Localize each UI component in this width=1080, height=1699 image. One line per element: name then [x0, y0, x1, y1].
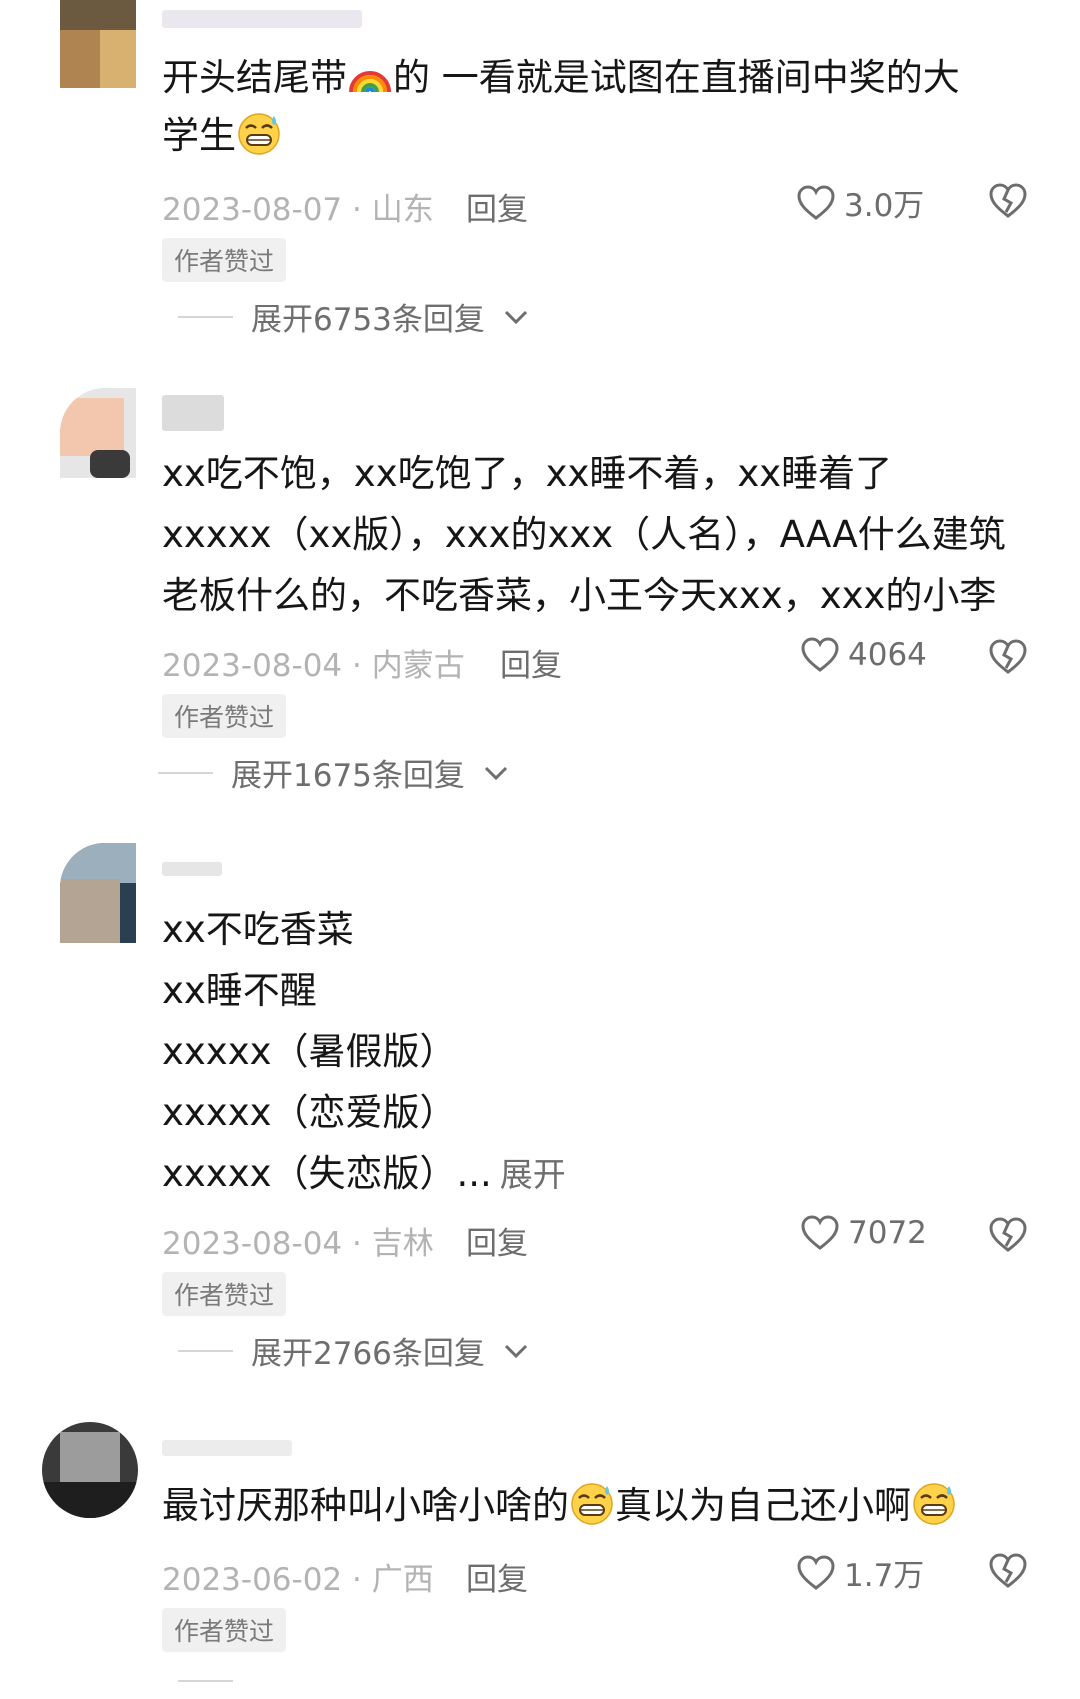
- broken-heart-icon[interactable]: [988, 1552, 1028, 1590]
- divider: [158, 771, 213, 774]
- username-blurred[interactable]: [162, 10, 362, 28]
- broken-heart-icon[interactable]: [988, 1216, 1028, 1254]
- comment-text: xxxxx（暑假版）: [162, 1030, 457, 1073]
- expand-replies-label: 展开2766条回复: [251, 1336, 485, 1372]
- sweat-grin-emoji-icon: [569, 1480, 615, 1526]
- rainbow-emoji-icon: [347, 56, 393, 96]
- heart-icon: [796, 184, 836, 222]
- expand-replies-button[interactable]: 展开1675条回复: [158, 750, 509, 795]
- heart-icon: [800, 636, 840, 674]
- chevron-down-icon: [503, 308, 529, 326]
- like-button[interactable]: 7072: [800, 1214, 927, 1252]
- like-count: 7072: [848, 1215, 927, 1251]
- divider: [178, 1349, 233, 1352]
- avatar[interactable]: [60, 388, 136, 478]
- comment-date-location: 2023-06-02 · 广西: [162, 1562, 434, 1598]
- comment-text: xxxxx（恋爱版）: [162, 1091, 457, 1134]
- like-count: 1.7万: [844, 1558, 925, 1594]
- heart-icon: [800, 1214, 840, 1252]
- sweat-grin-emoji-icon: [911, 1480, 957, 1526]
- expand-replies-button[interactable]: 展开2766条回复: [178, 1328, 529, 1373]
- username-blurred[interactable]: [162, 395, 224, 431]
- expand-replies-button[interactable]: 展开6753条回复: [178, 294, 529, 339]
- comment-date-location: 2023-08-04 · 内蒙古: [162, 648, 465, 684]
- broken-heart-icon[interactable]: [988, 638, 1028, 676]
- author-liked-badge: 作者赞过: [162, 1608, 287, 1652]
- comment-text: xx不吃香菜: [162, 908, 354, 951]
- sweat-grin-emoji-icon: [236, 110, 282, 156]
- username-blurred[interactable]: [162, 1440, 292, 1456]
- comment-text: 开头结尾带的 一看就是试图在直播间中奖的大: [162, 56, 960, 99]
- reply-button[interactable]: 回复: [466, 1554, 528, 1599]
- expand-replies-label: 展开6753条回复: [251, 302, 485, 338]
- comment-text: xx睡不醒: [162, 969, 317, 1012]
- avatar[interactable]: [42, 1422, 138, 1518]
- author-liked-badge: 作者赞过: [162, 1272, 287, 1316]
- expand-replies-placeholder: [178, 1680, 233, 1682]
- avatar[interactable]: [60, 0, 136, 88]
- comment-date-location: 2023-08-04 · 吉林: [162, 1226, 434, 1262]
- comment-text: 老板什么的，不吃香菜，小王今天xxx，xxx的小李: [162, 574, 997, 617]
- comment-text: 最讨厌那种叫小啥小啥的 真以为自己还小啊: [162, 1476, 957, 1536]
- reply-button[interactable]: 回复: [466, 184, 528, 229]
- reply-button[interactable]: 回复: [466, 1218, 528, 1263]
- comment-text: xx吃不饱，xx吃饱了，xx睡不着，xx睡着了: [162, 452, 893, 495]
- chevron-down-icon: [503, 1342, 529, 1360]
- expand-replies-label: 展开1675条回复: [231, 758, 465, 794]
- like-button[interactable]: 3.0万: [796, 180, 924, 225]
- avatar[interactable]: [60, 843, 136, 943]
- comment-text: xxxxx（失恋版）... 展开: [162, 1152, 566, 1195]
- divider: [178, 315, 233, 318]
- expand-text-link[interactable]: 展开: [500, 1155, 566, 1194]
- comment-text: xxxxx（xx版），xxx的xxx（人名），AAA什么建筑: [162, 513, 1006, 556]
- like-button[interactable]: 4064: [800, 636, 927, 674]
- comment-text: 学生: [162, 106, 282, 166]
- author-liked-badge: 作者赞过: [162, 694, 287, 738]
- reply-button[interactable]: 回复: [500, 640, 562, 685]
- like-button[interactable]: 1.7万: [796, 1550, 924, 1595]
- broken-heart-icon[interactable]: [988, 182, 1028, 220]
- username-blurred[interactable]: [162, 862, 222, 876]
- like-count: 3.0万: [844, 188, 925, 224]
- like-count: 4064: [848, 637, 927, 673]
- comment-date-location: 2023-08-07 · 山东: [162, 192, 434, 228]
- heart-icon: [796, 1554, 836, 1592]
- author-liked-badge: 作者赞过: [162, 238, 287, 282]
- chevron-down-icon: [483, 764, 509, 782]
